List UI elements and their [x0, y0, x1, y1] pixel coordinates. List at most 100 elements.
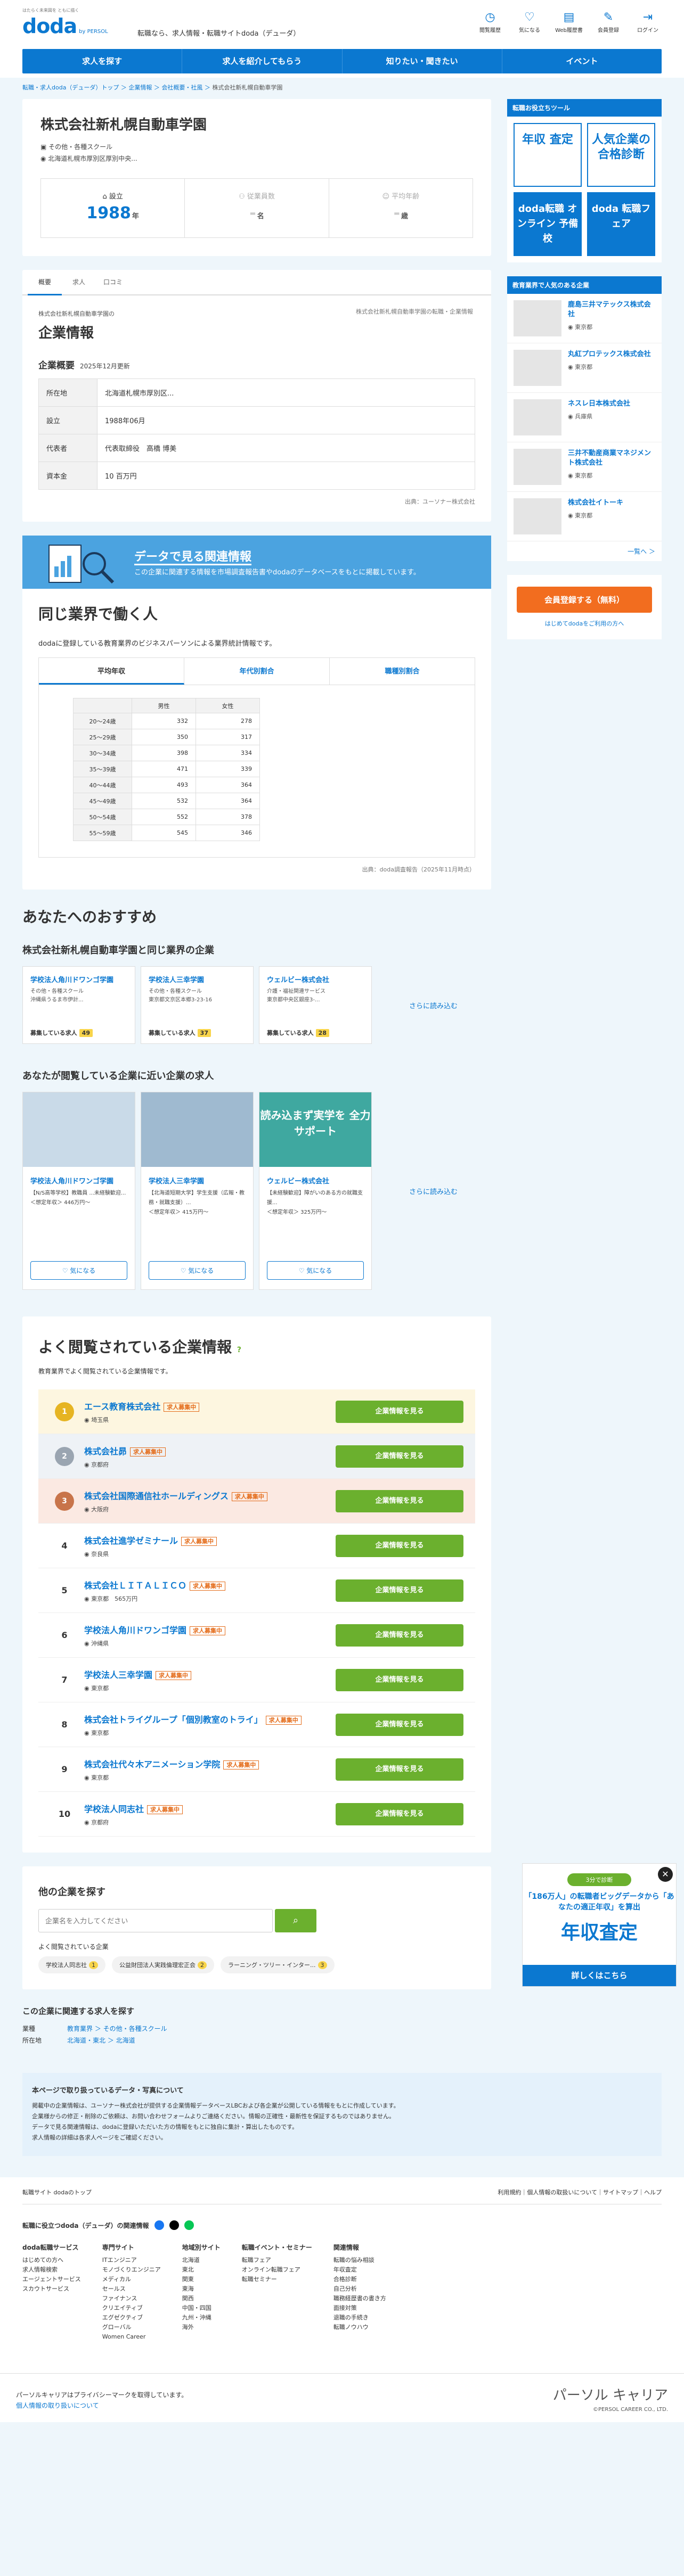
popular-company-name[interactable]: 株式会社進学ゼミナール 求人募集中: [84, 1534, 336, 1546]
header-clock-button[interactable]: ◷ 閲覧履歴: [476, 11, 504, 34]
tab-reviews[interactable]: 口コミ: [96, 270, 130, 294]
footer-link[interactable]: 転職セミナー: [242, 2275, 312, 2284]
footer-link[interactable]: 年収査定: [333, 2265, 386, 2275]
footer-link[interactable]: クリエイティブ: [102, 2303, 161, 2313]
favorite-button[interactable]: ♡ 気になる: [149, 1261, 246, 1280]
job-card-company[interactable]: ウェルビー株式会社: [259, 1167, 371, 1186]
side-company-item[interactable]: 三井不動産商業マネジメント株式会社 ◉ 東京都: [507, 442, 662, 492]
view-company-button[interactable]: 企業情報を見る: [336, 1489, 463, 1512]
tab-job-ratio[interactable]: 職種別割合: [330, 658, 475, 685]
recommend-job-card[interactable]: 学校法人角川ドワンゴ学園 【N/S高等学校】教職員 ...未経験歓迎... ＜想定年…: [22, 1092, 135, 1290]
footer-link[interactable]: 北海道: [182, 2256, 221, 2265]
popular-company-name[interactable]: 株式会社トライグループ「個別教室のトライ」 求人募集中: [84, 1713, 336, 1725]
view-company-button[interactable]: 企業情報を見る: [336, 1445, 463, 1468]
recommend-company-card[interactable]: ウェルビー株式会社 介護・福祉関連サービス 東京都中央区銀座3-... 募集している求…: [259, 966, 372, 1044]
footer-link[interactable]: モノづくりエンジニア: [102, 2265, 161, 2275]
popular-name-text[interactable]: 株式会社国際通信社ホールディングス: [84, 1491, 229, 1501]
footer-link[interactable]: 転職ノウハウ: [333, 2323, 386, 2332]
company-search-input[interactable]: [38, 1909, 273, 1932]
side-company-name[interactable]: 鹿島三井マテックス株式会社: [568, 300, 655, 319]
favorite-button[interactable]: ♡ 気になる: [267, 1261, 364, 1280]
header-document-button[interactable]: ▤ Web履歴書: [555, 11, 583, 34]
nav-get-introduced[interactable]: 求人を紹介してもらう: [182, 49, 343, 73]
recommend-company-card[interactable]: 学校法人角川ドワンゴ学園 その他・各種スクール 沖縄県うるま市伊計... 募集している…: [22, 966, 135, 1044]
tool-banner[interactable]: 人気企業の 合格診断: [587, 123, 655, 187]
popular-name-text[interactable]: 学校法人同志社: [84, 1804, 144, 1814]
footer-link[interactable]: 中国・四国: [182, 2303, 221, 2313]
x-icon[interactable]: [169, 2220, 179, 2230]
footer-link[interactable]: 東海: [182, 2284, 221, 2294]
side-more-link[interactable]: 一覧へ ＞: [507, 541, 662, 561]
popular-name-text[interactable]: 学校法人角川ドワンゴ学園: [84, 1625, 186, 1635]
popular-company-name[interactable]: 株式会社国際通信社ホールディングス 求人募集中: [84, 1489, 336, 1502]
popular-name-text[interactable]: 株式会社進学ゼミナール: [84, 1536, 178, 1546]
company-card-name[interactable]: 学校法人三幸学園: [149, 974, 246, 984]
job-card-company[interactable]: 学校法人三幸学園: [141, 1167, 253, 1186]
often-viewed-chip[interactable]: 学校法人同志社 1: [38, 1956, 105, 1973]
facebook-icon[interactable]: [154, 2220, 164, 2230]
footer-home-link[interactable]: 転職サイト dodaのトップ: [22, 2188, 92, 2196]
register-button[interactable]: 会員登録する（無料）: [517, 587, 652, 613]
footer-link[interactable]: 合格診断: [333, 2275, 386, 2284]
recommend-job-card[interactable]: 学校法人三幸学園 【北海道短期大学】学生支援（広報・教務・就職支援）... ＜想定年…: [141, 1092, 254, 1290]
footer-link[interactable]: Women Career: [102, 2332, 161, 2342]
often-viewed-chip[interactable]: ラーニング・ツリー・インター... 3: [221, 1956, 335, 1973]
footer-link[interactable]: 退職の手続き: [333, 2313, 386, 2323]
tab-age-ratio[interactable]: 年代別割合: [184, 658, 330, 685]
view-company-button[interactable]: 企業情報を見る: [336, 1713, 463, 1736]
tool-banner[interactable]: doda転職 オンライン 予備校: [514, 192, 582, 256]
footer-link[interactable]: スカウトサービス: [22, 2284, 81, 2294]
tab-avg-income[interactable]: 平均年収: [39, 658, 184, 685]
view-company-button[interactable]: 企業情報を見る: [336, 1579, 463, 1602]
side-company-item[interactable]: 丸紅プロテックス株式会社 ◉ 東京都: [507, 343, 662, 393]
nav-search-jobs[interactable]: 求人を探す: [22, 49, 183, 73]
side-company-name[interactable]: 株式会社イトーキ: [568, 498, 623, 508]
footer-link[interactable]: 転職フェア: [242, 2256, 312, 2265]
popular-name-text[interactable]: エース教育株式会社: [84, 1402, 160, 1412]
footer-link[interactable]: オンライン転職フェア: [242, 2265, 312, 2275]
more-companies-link[interactable]: さらに読み込む: [409, 1000, 458, 1010]
footer-links[interactable]: 利用規約｜個人情報の取扱いについて｜サイトマップ｜ヘルプ: [498, 2188, 662, 2196]
often-viewed-chip[interactable]: 公益財団法人実践倫理宏正会 2: [112, 1956, 214, 1973]
footer-link[interactable]: セールス: [102, 2284, 161, 2294]
side-company-name[interactable]: 三井不動産商業マネジメント株式会社: [568, 449, 655, 468]
view-company-button[interactable]: 企業情報を見る: [336, 1534, 463, 1557]
help-icon[interactable]: ?: [237, 1346, 241, 1354]
close-icon[interactable]: ✕: [658, 1867, 673, 1882]
tab-jobs[interactable]: 求人: [62, 270, 96, 294]
footer-link[interactable]: 関東: [182, 2275, 221, 2284]
view-company-button[interactable]: 企業情報を見る: [336, 1803, 463, 1825]
recommend-company-card[interactable]: 学校法人三幸学園 その他・各種スクール 東京都文京区本郷3-23-16 募集している求…: [141, 966, 254, 1044]
search-button[interactable]: ⌕: [275, 1909, 316, 1932]
more-jobs-link[interactable]: さらに読み込む: [409, 1186, 458, 1196]
view-company-button[interactable]: 企業情報を見る: [336, 1400, 463, 1423]
footer-link[interactable]: ファイナンス: [102, 2294, 161, 2303]
footer-link[interactable]: 東北: [182, 2265, 221, 2275]
ad-cta-button[interactable]: 詳しくはこちら: [523, 1965, 676, 1986]
header-login-button[interactable]: ⇥ ログイン: [634, 11, 662, 34]
register-hint[interactable]: はじめてdodaをご利用の方へ: [517, 619, 652, 628]
popular-name-text[interactable]: 株式会社ＬＩＴＡＬＩＣＯ: [84, 1581, 186, 1591]
view-company-button[interactable]: 企業情報を見る: [336, 1624, 463, 1647]
view-company-button[interactable]: 企業情報を見る: [336, 1758, 463, 1781]
popular-name-text[interactable]: 株式会社昴: [84, 1446, 127, 1456]
footer-link[interactable]: はじめての方へ: [22, 2256, 81, 2265]
side-company-item[interactable]: 鹿島三井マテックス株式会社 ◉ 東京都: [507, 294, 662, 343]
side-company-item[interactable]: 株式会社イトーキ ◉ 東京都: [507, 492, 662, 541]
popular-name-text[interactable]: 学校法人三幸学園: [84, 1670, 152, 1680]
popular-company-name[interactable]: 学校法人同志社 求人募集中: [84, 1802, 336, 1815]
company-card-name[interactable]: 学校法人角川ドワンゴ学園: [30, 974, 127, 984]
footer-link[interactable]: エージェントサービス: [22, 2275, 81, 2284]
job-card-company[interactable]: 学校法人角川ドワンゴ学園: [23, 1167, 135, 1186]
footer-link[interactable]: メディカル: [102, 2275, 161, 2284]
footer-link[interactable]: 面接対策: [333, 2303, 386, 2313]
privacy-link[interactable]: 個人情報の取り扱いについて: [16, 2402, 99, 2409]
line-icon[interactable]: [184, 2220, 194, 2230]
popular-company-name[interactable]: 学校法人三幸学園 求人募集中: [84, 1668, 336, 1681]
footer-link[interactable]: 職務経歴書の書き方: [333, 2294, 386, 2303]
footer-link[interactable]: グローバル: [102, 2323, 161, 2332]
side-company-name[interactable]: 丸紅プロテックス株式会社: [568, 350, 651, 359]
footer-link[interactable]: 転職の悩み相談: [333, 2256, 386, 2265]
recommend-job-card[interactable]: 読み込まず実学を 全力 サポート ウェルビー株式会社 【未経験歓迎】障がいのある方の…: [259, 1092, 372, 1290]
breadcrumb-link[interactable]: 企業情報: [128, 84, 152, 91]
